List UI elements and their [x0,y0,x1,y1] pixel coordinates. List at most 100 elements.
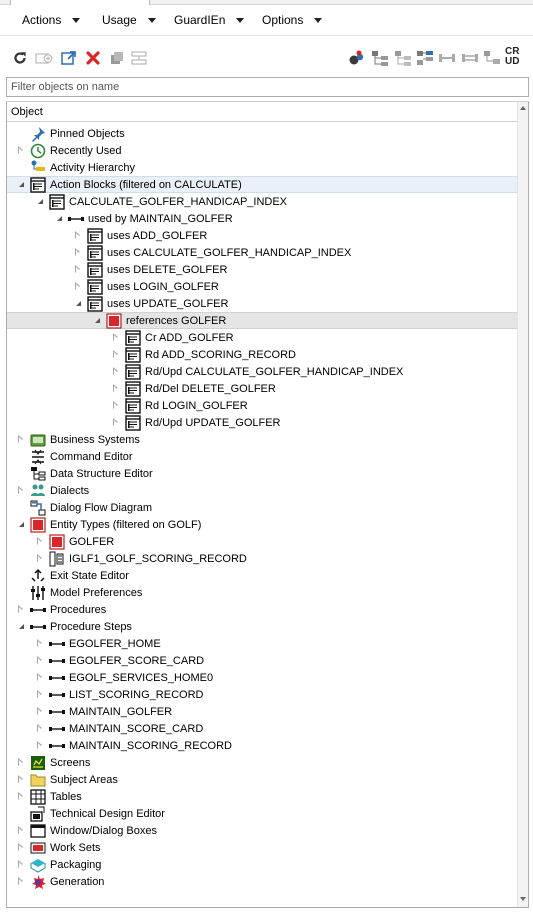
tree-row[interactable]: Screens [7,754,518,771]
collapse-toggle-icon[interactable] [17,618,27,635]
tree-row[interactable]: Activity Hierarchy [7,159,518,176]
scroll-down-icon[interactable] [520,897,526,901]
link-view-3-icon[interactable] [483,49,501,67]
tree-row[interactable]: Technical Design Editor [7,805,518,822]
tree-row[interactable]: Rd ADD_SCORING_RECORD [7,346,518,363]
tree-row[interactable]: Model Preferences [7,584,518,601]
tree-row[interactable]: MAINTAIN_SCORING_RECORD [7,737,518,754]
expand-toggle-icon[interactable] [36,686,46,703]
expand-toggle-icon[interactable] [36,737,46,754]
refresh-icon[interactable] [11,49,29,67]
tree-row[interactable]: Generation [7,873,518,890]
link-view-2-icon[interactable] [461,49,479,67]
tree-row[interactable]: EGOLFER_HOME [7,635,518,652]
tree-row[interactable]: Action Blocks (filtered on CALCULATE) [7,176,518,193]
copy-icon[interactable] [108,49,126,67]
expand-toggle-icon[interactable] [36,652,46,669]
tree-row[interactable]: uses UPDATE_GOLFER [7,295,518,312]
link-view-icon[interactable] [438,49,456,67]
tree-row[interactable]: MAINTAIN_GOLFER [7,703,518,720]
scroll-up-icon[interactable] [520,106,526,110]
crud-icon[interactable]: CR UD [505,47,525,67]
tree-row[interactable]: Work Sets [7,839,518,856]
tree-row[interactable]: Rd/Upd UPDATE_GOLFER [7,414,518,431]
tree-row[interactable]: Rd/Del DELETE_GOLFER [7,380,518,397]
expand-toggle-icon[interactable] [17,822,27,839]
expand-toggle-icon[interactable] [17,856,27,873]
expand-toggle-icon[interactable] [112,397,122,414]
tree-row[interactable]: uses LOGIN_GOLFER [7,278,518,295]
tree-row[interactable]: Exit State Editor [7,567,518,584]
tree-row[interactable]: Command Editor [7,448,518,465]
tree-row[interactable]: MAINTAIN_SCORE_CARD [7,720,518,737]
expand-toggle-icon[interactable] [112,363,122,380]
tree-row[interactable]: uses DELETE_GOLFER [7,261,518,278]
tree-view-icon[interactable] [371,49,389,67]
tree-row[interactable]: EGOLFER_SCORE_CARD [7,652,518,669]
collapse-toggle-icon[interactable] [17,516,27,533]
expand-toggle-icon[interactable] [112,414,122,431]
tree-row[interactable]: Procedures [7,601,518,618]
collapse-all-icon[interactable] [130,49,148,67]
tree-row[interactable]: Window/Dialog Boxes [7,822,518,839]
tree-row[interactable]: Rd LOGIN_GOLFER [7,397,518,414]
tree-row[interactable]: Packaging [7,856,518,873]
expand-toggle-icon[interactable] [36,703,46,720]
tree-row[interactable]: Subject Areas [7,771,518,788]
tree-row[interactable]: CALCULATE_GOLFER_HANDICAP_INDEX [7,193,518,210]
tree-row[interactable]: Procedure Steps [7,618,518,635]
filter-input[interactable] [7,78,528,96]
expand-toggle-icon[interactable] [74,278,84,295]
open-external-icon[interactable] [60,49,78,67]
tree-row[interactable]: Dialects [7,482,518,499]
collapse-toggle-icon[interactable] [55,210,65,227]
tree-row[interactable]: IGLF1_GOLF_SCORING_RECORD [7,550,518,567]
find-usage-icon[interactable] [348,49,366,67]
add-object-icon[interactable] [35,49,53,67]
tree-view-2-icon[interactable] [394,49,412,67]
expand-toggle-icon[interactable] [74,244,84,261]
tree-row[interactable]: Entity Types (filtered on GOLF) [7,516,518,533]
expand-toggle-icon[interactable] [17,142,27,159]
expand-toggle-icon[interactable] [17,771,27,788]
expand-toggle-icon[interactable] [17,482,27,499]
menu-actions[interactable]: Actions [22,13,81,27]
vertical-scrollbar[interactable] [517,102,528,907]
expand-toggle-icon[interactable] [17,873,27,890]
tree-row[interactable]: Data Structure Editor [7,465,518,482]
expand-toggle-icon[interactable] [74,261,84,278]
expand-toggle-icon[interactable] [36,635,46,652]
menu-usage[interactable]: Usage [102,13,156,27]
collapse-toggle-icon[interactable] [17,176,27,193]
filter-field[interactable] [6,77,529,97]
tree-row[interactable]: Business Systems [7,431,518,448]
tree-row[interactable]: Recently Used [7,142,518,159]
expand-toggle-icon[interactable] [17,754,27,771]
column-header-object[interactable]: Object [7,102,518,122]
tree-row[interactable]: used by MAINTAIN_GOLFER [7,210,518,227]
expand-toggle-icon[interactable] [17,788,27,805]
tree-row[interactable]: EGOLF_SERVICES_HOME0 [7,669,518,686]
menu-guardien[interactable]: GuardIEn [174,13,245,27]
tree-row[interactable]: uses ADD_GOLFER [7,227,518,244]
expand-toggle-icon[interactable] [112,380,122,397]
tree-view-3-icon[interactable] [416,49,434,67]
tree-row[interactable]: Tables [7,788,518,805]
expand-toggle-icon[interactable] [17,431,27,448]
tree-row[interactable]: Dialog Flow Diagram [7,499,518,516]
expand-toggle-icon[interactable] [36,720,46,737]
delete-icon[interactable] [84,49,102,67]
tree-row[interactable]: references GOLFER [7,312,518,329]
tree-row[interactable]: Rd/Upd CALCULATE_GOLFER_HANDICAP_INDEX [7,363,518,380]
expand-toggle-icon[interactable] [17,839,27,856]
expand-toggle-icon[interactable] [112,346,122,363]
collapse-toggle-icon[interactable] [36,193,46,210]
expand-toggle-icon[interactable] [112,329,122,346]
expand-toggle-icon[interactable] [17,601,27,618]
tree-row[interactable]: uses CALCULATE_GOLFER_HANDICAP_INDEX [7,244,518,261]
expand-toggle-icon[interactable] [36,533,46,550]
tree-row[interactable]: GOLFER [7,533,518,550]
collapse-toggle-icon[interactable] [93,312,103,329]
tree-row[interactable]: Cr ADD_GOLFER [7,329,518,346]
tree-row[interactable]: LIST_SCORING_RECORD [7,686,518,703]
